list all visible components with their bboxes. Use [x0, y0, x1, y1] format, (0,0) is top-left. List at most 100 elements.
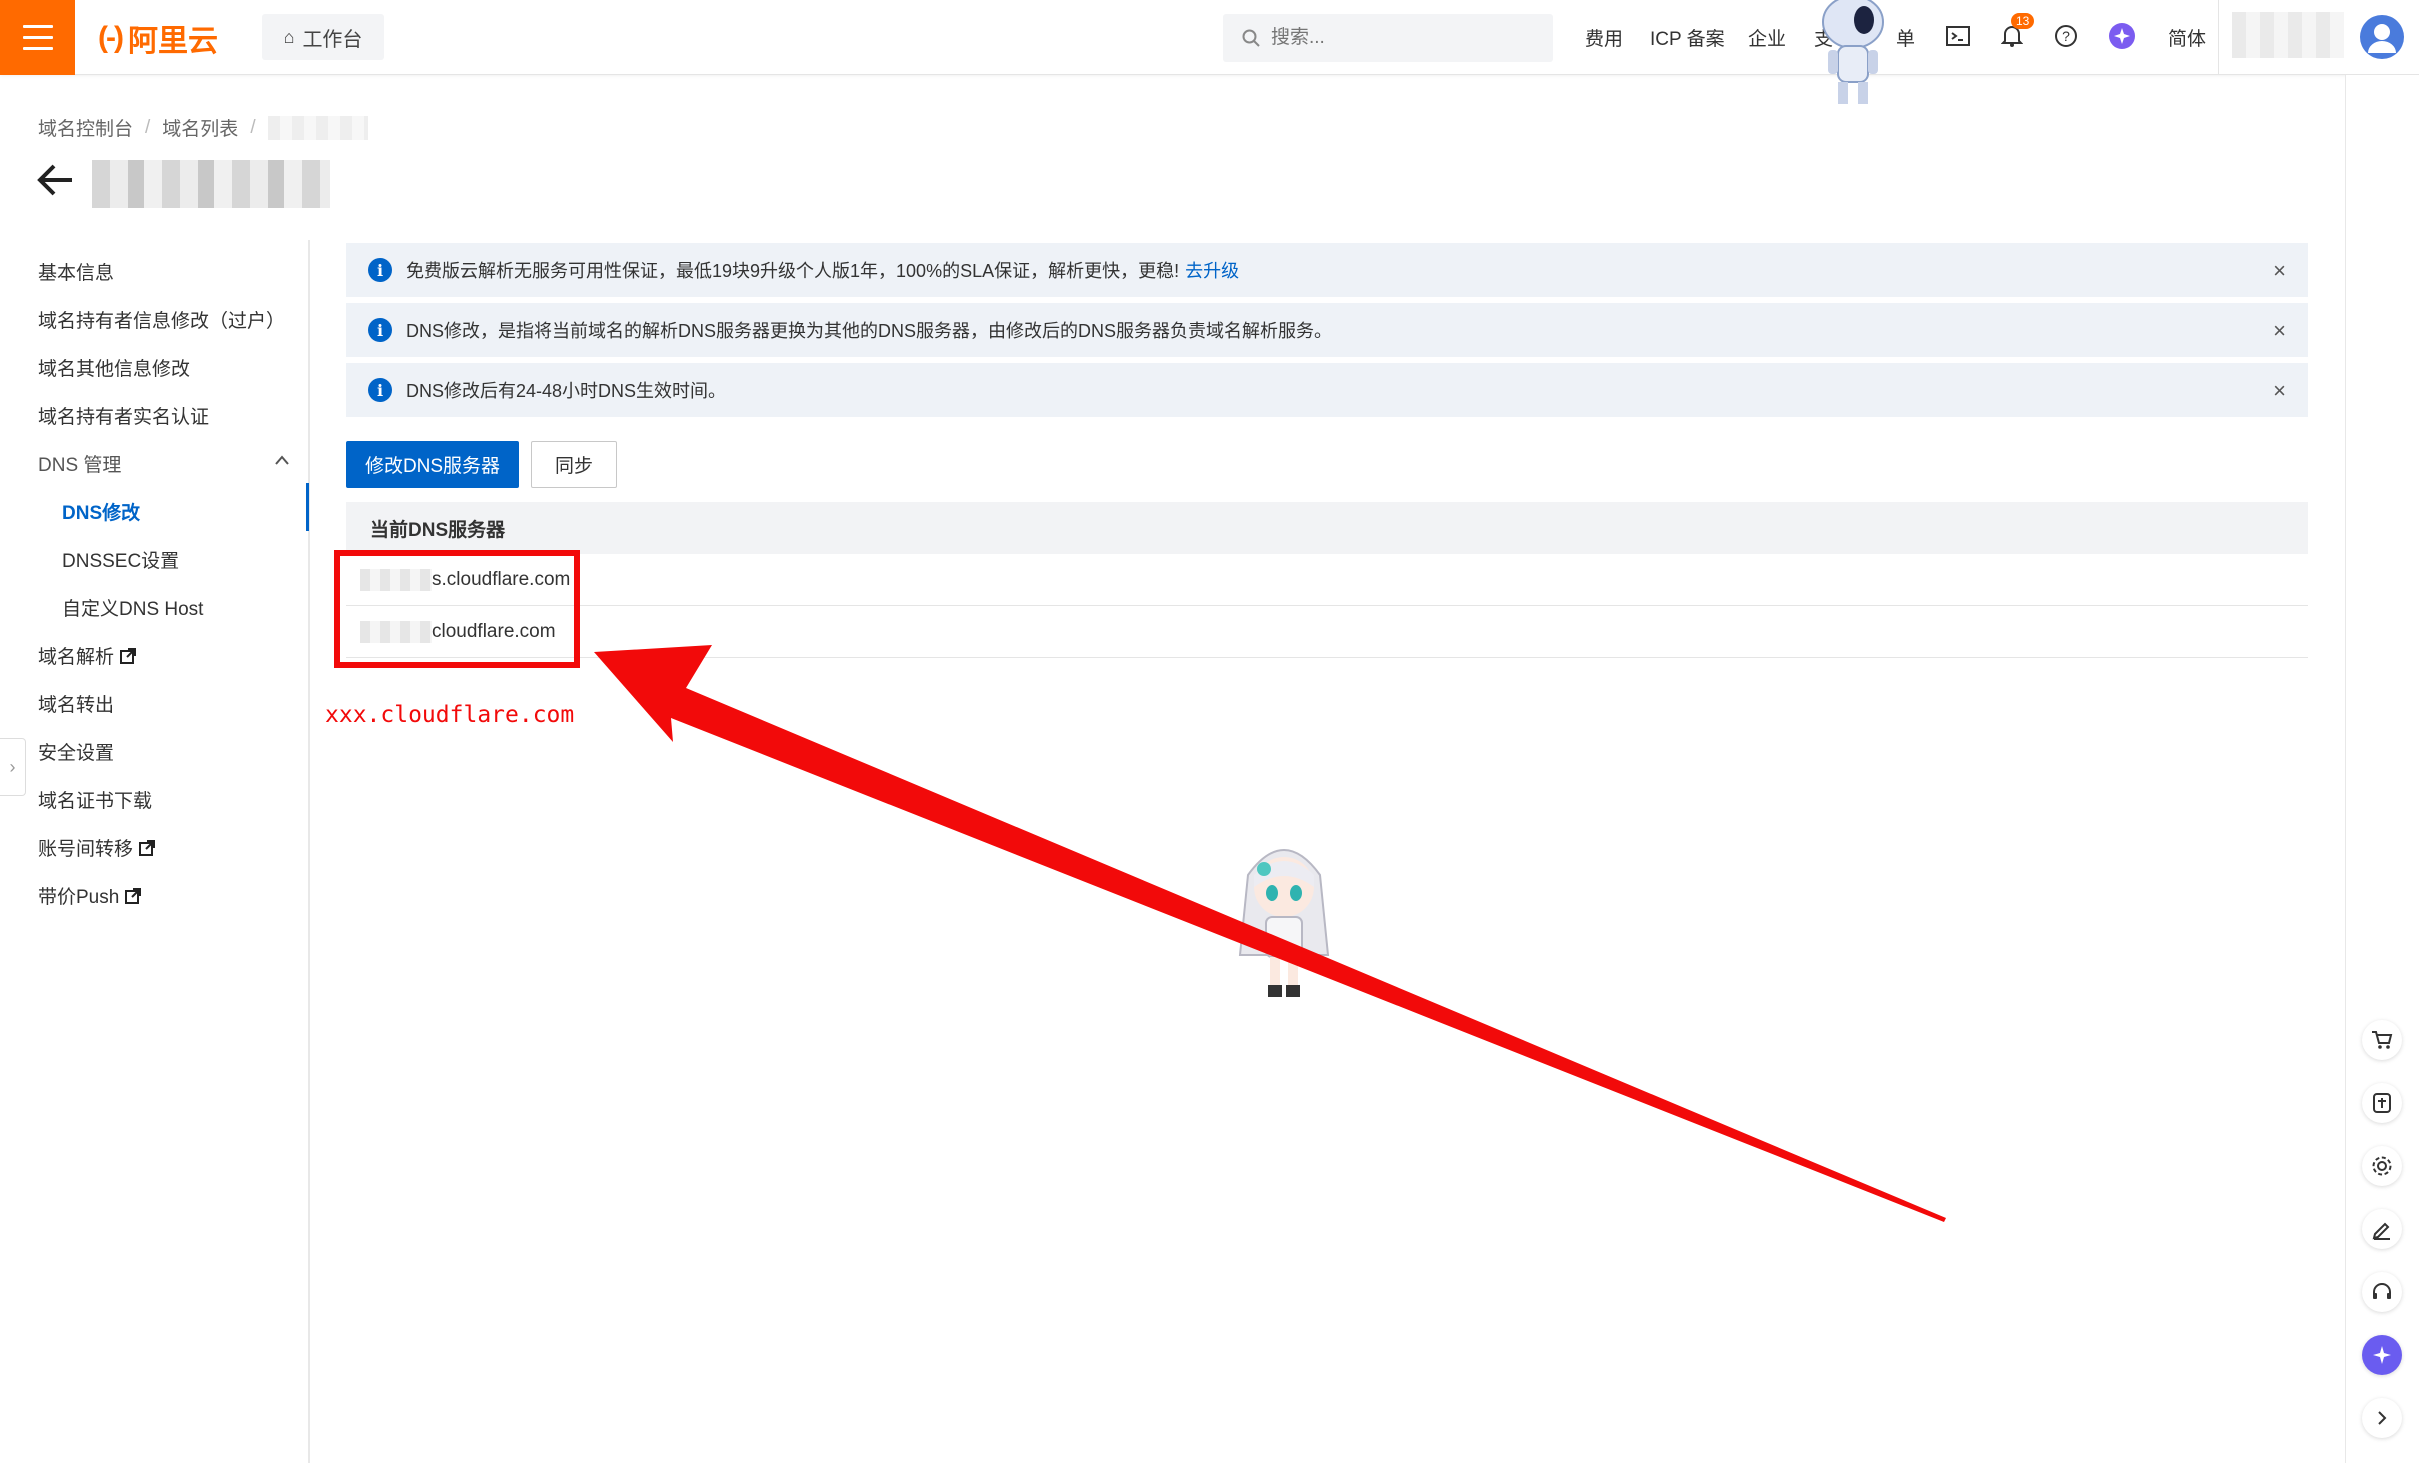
header-divider [2218, 0, 2219, 75]
ai-assistant-icon[interactable] [2362, 1335, 2402, 1375]
hamburger-icon [22, 21, 53, 54]
breadcrumb-current-domain [267, 115, 368, 140]
workbench-button[interactable]: ⌂ 工作台 [262, 14, 384, 60]
sidebar-item-security[interactable]: 安全设置 [38, 738, 114, 765]
breadcrumb: 域名控制台 / 域名列表 / [38, 114, 368, 141]
gear-icon[interactable] [2362, 1146, 2402, 1186]
sidebar-item-label: DNSSEC设置 [62, 551, 180, 572]
sidebar-item-label: 域名持有者实名认证 [38, 407, 210, 428]
breadcrumb-domain-list[interactable]: 域名列表 [162, 114, 238, 141]
close-icon[interactable]: × [2273, 318, 2286, 344]
right-toolbar [2345, 75, 2419, 1463]
sidebar-item-label: 域名转出 [38, 695, 115, 716]
workbench-label: 工作台 [302, 28, 363, 51]
red-arrow-annotation [594, 645, 1946, 1222]
notice-text: DNS修改后有24-48小时DNS生效时间。 [406, 381, 727, 401]
sidebar-item-label: 域名持有者信息修改（过户） [38, 311, 286, 332]
table-row: s.cloudflare.com [346, 554, 2308, 606]
search-box[interactable] [1223, 14, 1553, 62]
close-icon[interactable]: × [2273, 258, 2286, 284]
nav-ticket[interactable]: 单 [1896, 24, 1915, 51]
aliyun-logo-icon: (-) [98, 21, 124, 54]
search-input[interactable] [1271, 27, 1531, 49]
external-link-icon [120, 647, 137, 664]
sidebar-item-transfer-out[interactable]: 域名转出 [38, 690, 114, 717]
page-title [92, 160, 330, 208]
info-icon: i [368, 258, 392, 282]
modify-dns-button[interactable]: 修改DNS服务器 [346, 441, 519, 488]
info-icon: i [368, 378, 392, 402]
edit-icon[interactable] [2362, 1209, 2402, 1249]
nav-enterprise[interactable]: 企业 [1748, 24, 1786, 51]
sidebar-item-label: 域名其他信息修改 [38, 359, 191, 380]
search-icon [1242, 29, 1260, 47]
dns-table-header: 当前DNS服务器 [346, 502, 2308, 554]
terminal-icon[interactable] [1944, 22, 1972, 50]
sidebar-group-dns[interactable]: DNS 管理 [38, 450, 294, 477]
notice-text: DNS修改，是指将当前域名的解析DNS服务器更换为其他的DNS服务器，由修改后的… [406, 321, 1333, 341]
annotation-note: xxx.cloudflare.com [325, 702, 575, 728]
language-switch[interactable]: 简体 [2168, 24, 2206, 51]
robot-mascot-image [1822, 0, 1884, 104]
sidebar-item-label: 自定义DNS Host [62, 599, 204, 620]
sidebar-item-label: DNS 管理 [38, 455, 122, 476]
billing-icon[interactable] [2362, 1083, 2402, 1123]
close-icon[interactable]: × [2273, 378, 2286, 404]
svg-text:?: ? [2062, 28, 2070, 44]
sidebar-item-label: 域名解析 [38, 647, 115, 668]
notice-dns-explain: i DNS修改，是指将当前域名的解析DNS服务器更换为其他的DNS服务器，由修改… [346, 303, 2308, 357]
notice-dns-effective: i DNS修改后有24-48小时DNS生效时间。 × [346, 363, 2308, 417]
breadcrumb-domain-console[interactable]: 域名控制台 [38, 114, 133, 141]
user-icon [2368, 24, 2396, 53]
sidebar-item-other-info[interactable]: 域名其他信息修改 [38, 354, 190, 381]
home-icon: ⌂ [283, 26, 295, 47]
ai-assistant-icon[interactable] [2108, 22, 2136, 50]
nav-billing[interactable]: 费用 [1585, 24, 1623, 51]
notification-badge: 13 [2011, 13, 2035, 29]
cart-icon[interactable] [2362, 1020, 2402, 1060]
sidebar-item-label: DNS修改 [62, 503, 141, 524]
chevron-right-icon[interactable] [2362, 1398, 2402, 1438]
chevron-right-icon: › [9, 756, 16, 777]
top-bar: (-) 阿里云 ⌂ 工作台 费用 ICP 备案 企业 支 单 13 ? 简体 [0, 0, 2419, 75]
sync-button[interactable]: 同步 [531, 441, 617, 488]
external-link-icon [139, 839, 156, 856]
sidebar-item-label: 基本信息 [38, 263, 115, 284]
nav-icp[interactable]: ICP 备案 [1650, 24, 1725, 51]
sidebar-item-label: 账号间转移 [38, 839, 134, 860]
sidebar-item-holder-change[interactable]: 域名持有者信息修改（过户） [38, 306, 285, 333]
chevron-up-icon [275, 455, 289, 465]
sidebar-expand-tab[interactable]: › [0, 738, 26, 796]
account-name[interactable] [2232, 12, 2344, 58]
sidebar-item-real-name[interactable]: 域名持有者实名认证 [38, 402, 209, 429]
sidebar-item-cert-download[interactable]: 域名证书下载 [38, 786, 152, 813]
help-icon[interactable]: ? [2052, 22, 2080, 50]
logo-text: 阿里云 [127, 25, 218, 58]
sidebar-item-custom-dns-host[interactable]: 自定义DNS Host [62, 594, 203, 621]
aliyun-logo[interactable]: (-) 阿里云 [98, 20, 218, 58]
anime-mascot-image [1238, 849, 1330, 997]
external-link-icon [125, 887, 142, 904]
upgrade-link[interactable]: 去升级 [1185, 257, 1239, 283]
sidebar-item-label: 安全设置 [38, 743, 115, 764]
notice-text: 免费版云解析无服务可用性保证，最低19块9升级个人版1年，100%的SLA保证，… [406, 261, 1180, 281]
info-icon: i [368, 318, 392, 342]
back-arrow-icon[interactable] [36, 160, 76, 200]
active-indicator [306, 483, 309, 531]
sidebar-item-account-transfer[interactable]: 账号间转移 [38, 834, 156, 861]
sidebar-item-price-push[interactable]: 带价Push [38, 882, 142, 909]
sidebar-item-label: 带价Push [38, 887, 120, 908]
menu-button[interactable] [0, 0, 75, 75]
sidebar-item-label: 域名证书下载 [38, 791, 153, 812]
table-row: cloudflare.com [346, 606, 2308, 658]
breadcrumb-separator: / [145, 116, 151, 138]
sidebar-item-domain-resolve[interactable]: 域名解析 [38, 642, 137, 669]
highlight-box [334, 550, 580, 668]
notice-upgrade: i 免费版云解析无服务可用性保证，最低19块9升级个人版1年，100%的SLA保… [346, 243, 2308, 297]
sidebar-item-dnssec[interactable]: DNSSEC设置 [62, 546, 179, 573]
sidebar-item-dns-modify[interactable]: DNS修改 [62, 498, 140, 525]
breadcrumb-separator: / [250, 116, 256, 138]
headset-icon[interactable] [2362, 1272, 2402, 1312]
avatar[interactable] [2360, 15, 2404, 59]
sidebar-item-basic-info[interactable]: 基本信息 [38, 258, 114, 285]
